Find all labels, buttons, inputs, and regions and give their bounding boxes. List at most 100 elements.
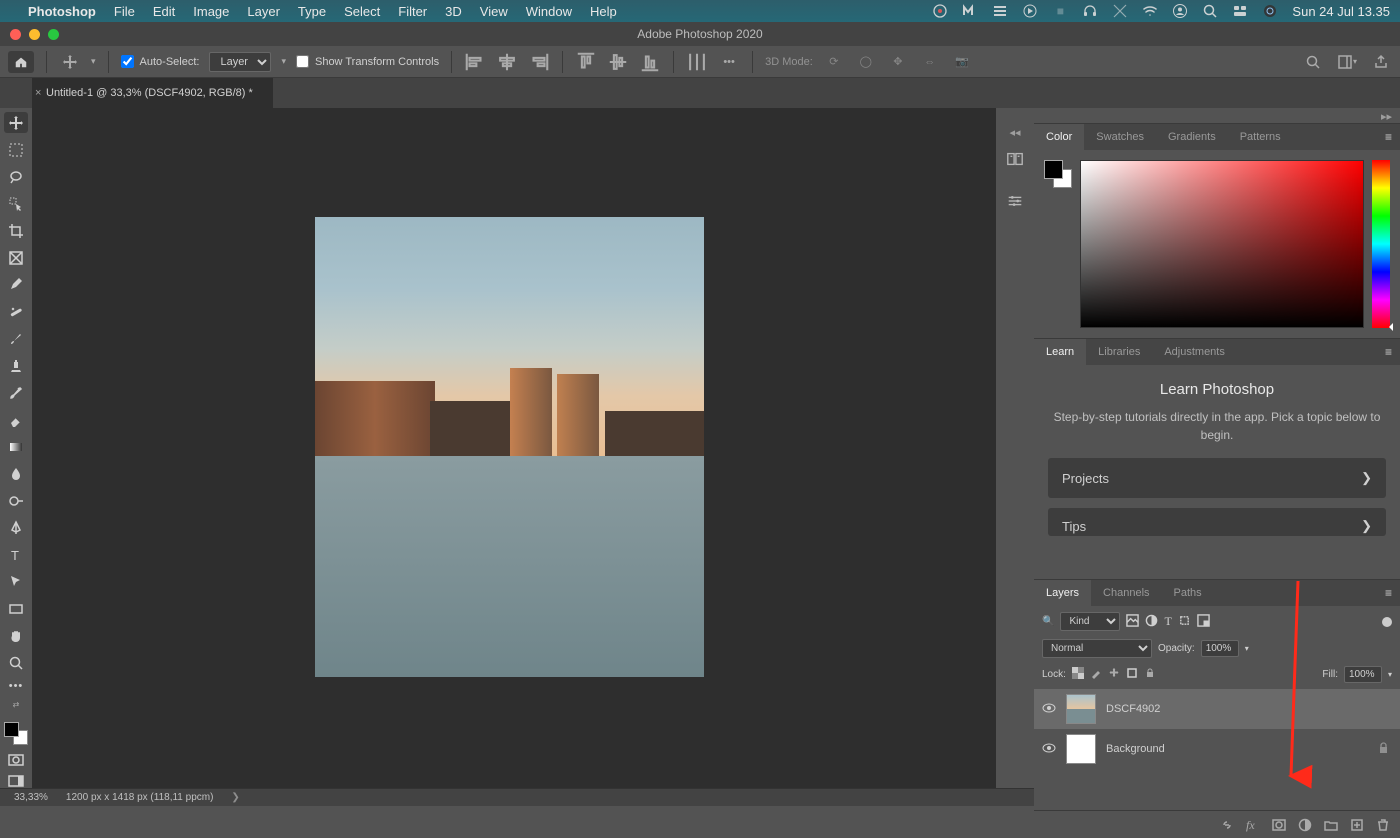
- eraser-tool[interactable]: [4, 409, 28, 430]
- layer-filter-kind[interactable]: Kind: [1060, 612, 1120, 631]
- brush-tool[interactable]: [4, 328, 28, 349]
- menu-filter[interactable]: Filter: [398, 4, 427, 19]
- filter-type-icon[interactable]: T: [1164, 614, 1171, 629]
- healing-brush-tool[interactable]: [4, 301, 28, 322]
- layer-mask-icon[interactable]: [1272, 818, 1286, 832]
- home-button[interactable]: [8, 51, 34, 73]
- gradient-tool[interactable]: [4, 436, 28, 457]
- crop-tool[interactable]: [4, 220, 28, 241]
- distribute-icon[interactable]: [686, 51, 708, 73]
- layer-thumbnail[interactable]: [1066, 734, 1096, 764]
- status-icon-eye[interactable]: [932, 3, 948, 19]
- tab-color[interactable]: Color: [1034, 124, 1084, 150]
- more-options-icon[interactable]: •••: [718, 51, 740, 73]
- menu-edit[interactable]: Edit: [153, 4, 175, 19]
- blur-tool[interactable]: [4, 463, 28, 484]
- status-icon-bluetooth[interactable]: [1112, 3, 1128, 19]
- lock-artboard-icon[interactable]: [1126, 667, 1138, 682]
- status-icon-siri[interactable]: [1262, 3, 1278, 19]
- filter-smart-icon[interactable]: [1197, 614, 1210, 630]
- status-icon-headphones[interactable]: [1082, 3, 1098, 19]
- hand-tool[interactable]: [4, 625, 28, 646]
- marquee-tool[interactable]: [4, 139, 28, 160]
- layer-name[interactable]: Background: [1106, 743, 1368, 755]
- panel-menu-icon[interactable]: ≡: [1377, 339, 1400, 365]
- dodge-tool[interactable]: [4, 490, 28, 511]
- close-tab-icon[interactable]: ×: [35, 87, 41, 99]
- lock-paint-icon[interactable]: [1090, 667, 1102, 682]
- menu-select[interactable]: Select: [344, 4, 380, 19]
- zoom-tool[interactable]: [4, 652, 28, 673]
- align-right-icon[interactable]: [528, 51, 550, 73]
- visibility-icon[interactable]: [1042, 702, 1056, 716]
- clone-stamp-tool[interactable]: [4, 355, 28, 376]
- screen-mode-icon[interactable]: [7, 774, 25, 787]
- traffic-lights[interactable]: [10, 29, 59, 40]
- tab-patterns[interactable]: Patterns: [1228, 124, 1293, 150]
- eyedropper-tool[interactable]: [4, 274, 28, 295]
- link-layers-icon[interactable]: [1220, 818, 1234, 832]
- align-top-icon[interactable]: [575, 51, 597, 73]
- menu-window[interactable]: Window: [526, 4, 572, 19]
- lock-transparency-icon[interactable]: [1072, 667, 1084, 682]
- history-icon[interactable]: [1003, 147, 1027, 171]
- tab-paths[interactable]: Paths: [1162, 580, 1214, 606]
- fill-input[interactable]: [1344, 666, 1382, 683]
- layer-name[interactable]: DSCF4902: [1106, 703, 1392, 715]
- canvas-area[interactable]: [32, 108, 996, 788]
- lasso-tool[interactable]: [4, 166, 28, 187]
- tab-adjustments[interactable]: Adjustments: [1152, 339, 1237, 365]
- zoom-window-button[interactable]: [48, 29, 59, 40]
- blend-mode-dropdown[interactable]: Normal: [1042, 639, 1152, 658]
- align-hcenter-icon[interactable]: [496, 51, 518, 73]
- layer-thumbnail[interactable]: [1066, 694, 1096, 724]
- type-tool[interactable]: T: [4, 544, 28, 565]
- menu-layer[interactable]: Layer: [247, 4, 280, 19]
- close-window-button[interactable]: [10, 29, 21, 40]
- show-transform-checkbox[interactable]: Show Transform Controls: [296, 55, 439, 68]
- panel-menu-icon[interactable]: ≡: [1377, 580, 1400, 606]
- status-icon-placeholder[interactable]: ■: [1052, 3, 1068, 19]
- doc-info[interactable]: 1200 px x 1418 px (118,11 ppcm): [66, 792, 214, 803]
- visibility-icon[interactable]: [1042, 742, 1056, 756]
- menu-image[interactable]: Image: [193, 4, 229, 19]
- tab-channels[interactable]: Channels: [1091, 580, 1161, 606]
- status-icon-stack[interactable]: [992, 3, 1008, 19]
- pen-tool[interactable]: [4, 517, 28, 538]
- hue-slider[interactable]: [1372, 160, 1390, 328]
- learn-card-projects[interactable]: Projects ❯: [1048, 458, 1386, 498]
- path-select-tool[interactable]: [4, 571, 28, 592]
- status-icon-control-center[interactable]: [1232, 3, 1248, 19]
- edit-toolbar-icon[interactable]: •••: [4, 679, 28, 692]
- menu-help[interactable]: Help: [590, 4, 617, 19]
- status-icon-user[interactable]: [1172, 3, 1188, 19]
- status-icon-play[interactable]: [1022, 3, 1038, 19]
- chevron-right-icon[interactable]: ❯: [231, 792, 239, 803]
- filter-toggle[interactable]: [1382, 617, 1392, 627]
- status-icon-search[interactable]: [1202, 3, 1218, 19]
- document-tab[interactable]: × Untitled-1 @ 33,3% (DSCF4902, RGB/8) *: [32, 78, 273, 108]
- move-tool-icon[interactable]: [59, 51, 81, 73]
- lock-position-icon[interactable]: [1108, 667, 1120, 682]
- tab-gradients[interactable]: Gradients: [1156, 124, 1228, 150]
- zoom-level[interactable]: 33,33%: [14, 792, 48, 803]
- lock-all-icon[interactable]: [1144, 667, 1156, 682]
- move-tool[interactable]: [4, 112, 28, 133]
- align-left-icon[interactable]: [464, 51, 486, 73]
- group-icon[interactable]: [1324, 818, 1338, 832]
- panel-color-swatch[interactable]: [1044, 160, 1072, 188]
- layer-style-icon[interactable]: fx: [1246, 818, 1260, 832]
- delete-layer-icon[interactable]: [1376, 818, 1390, 832]
- menu-file[interactable]: File: [114, 4, 135, 19]
- tab-libraries[interactable]: Libraries: [1086, 339, 1152, 365]
- app-menu[interactable]: Photoshop: [28, 4, 96, 19]
- minimize-window-button[interactable]: [29, 29, 40, 40]
- quick-mask-icon[interactable]: [7, 753, 25, 766]
- quick-select-tool[interactable]: [4, 193, 28, 214]
- auto-select-dropdown[interactable]: Layer: [209, 52, 271, 72]
- color-swatch[interactable]: [4, 722, 28, 745]
- adjustment-layer-icon[interactable]: [1298, 818, 1312, 832]
- workspace-switcher-icon[interactable]: ▾: [1336, 51, 1358, 73]
- menu-view[interactable]: View: [480, 4, 508, 19]
- learn-card-tips[interactable]: Tips ❯: [1048, 508, 1386, 536]
